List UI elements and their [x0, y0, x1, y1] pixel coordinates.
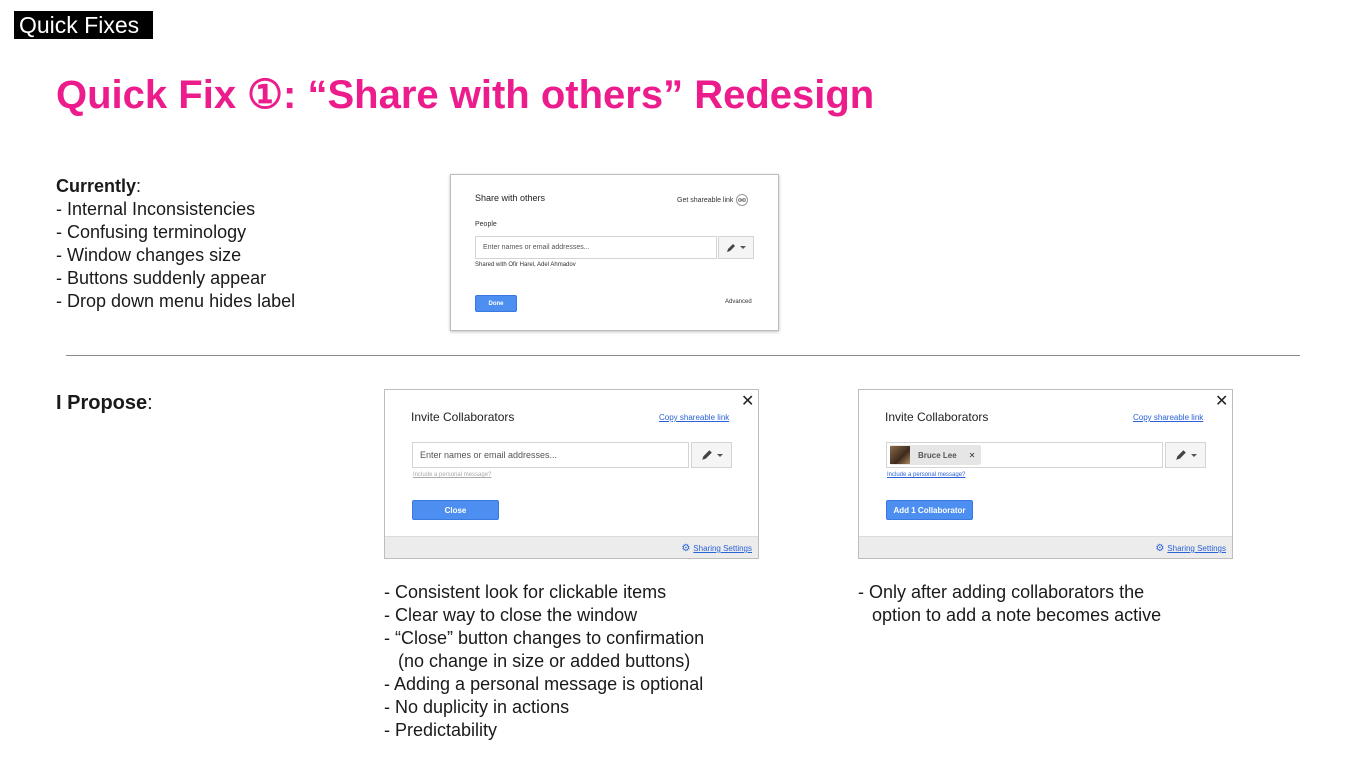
shared-with-text: Shared with Ofir Harel, Adel Ahmadov	[475, 262, 576, 268]
gear-icon: ⚙	[1155, 543, 1165, 554]
gear-icon: ⚙	[681, 543, 691, 554]
close-button[interactable]: Close	[412, 500, 499, 520]
copy-shareable-link[interactable]: Copy shareable link	[1133, 413, 1203, 422]
close-icon[interactable]: ✕	[1215, 394, 1228, 410]
notes-dialog-a: - Consistent look for clickable items - …	[384, 581, 704, 742]
sharing-settings-link[interactable]: ⚙ Sharing Settings	[681, 543, 752, 554]
list-item: - Clear way to close the window	[384, 605, 638, 625]
chevron-down-icon	[1190, 453, 1197, 457]
copy-shareable-link[interactable]: Copy shareable link	[659, 413, 729, 422]
collaborator-chip: Bruce Lee ✕	[890, 445, 982, 465]
chip-remove-icon[interactable]: ✕	[969, 451, 976, 460]
old-permission-dropdown[interactable]	[718, 236, 754, 259]
propose-colon: :	[147, 392, 153, 414]
add-collaborator-button[interactable]: Add 1 Collaborator	[886, 500, 973, 520]
currently-list: - Internal Inconsistencies - Confusing t…	[56, 198, 295, 313]
list-item: - Buttons suddenly appear	[56, 268, 267, 288]
avatar	[890, 446, 910, 464]
sharing-settings-link[interactable]: ⚙ Sharing Settings	[1155, 543, 1226, 554]
list-item: - Confusing terminology	[56, 222, 247, 242]
people-input[interactable]: Bruce Lee ✕	[886, 442, 1163, 468]
list-item: - Adding a personal message is optional	[384, 674, 704, 694]
section-divider	[66, 355, 1300, 356]
list-item: - Window changes size	[56, 245, 242, 265]
dialog-title: Invite Collaborators	[411, 410, 515, 424]
permission-dropdown[interactable]	[691, 442, 732, 468]
pencil-icon	[727, 243, 735, 252]
personal-message-link: Include a personal message?	[413, 472, 492, 478]
close-icon[interactable]: ✕	[741, 394, 754, 410]
link-icon	[736, 194, 749, 206]
section-tag: Quick Fixes	[14, 11, 153, 39]
list-item: - Consistent look for clickable items	[384, 582, 667, 602]
people-input[interactable]: Enter names or email addresses...	[412, 442, 689, 468]
propose-label: I Propose	[56, 392, 148, 414]
people-label: People	[475, 221, 497, 228]
list-item: - Drop down menu hides label	[56, 291, 296, 311]
pencil-icon	[701, 450, 712, 460]
chevron-down-icon	[716, 453, 723, 457]
list-item: - Only after adding collaborators the	[858, 582, 1145, 602]
list-item: - No duplicity in actions	[384, 697, 570, 717]
currently-heading: Currently:	[56, 176, 141, 197]
dialog-title: Invite Collaborators	[885, 410, 989, 424]
list-item: - Predictability	[384, 720, 498, 740]
notes-dialog-b: - Only after adding collaborators the op…	[858, 581, 1161, 627]
currently-label: Currently	[56, 176, 137, 196]
pencil-icon	[1175, 450, 1186, 460]
personal-message-link[interactable]: Include a personal message?	[887, 472, 965, 478]
advanced-link[interactable]: Advanced	[725, 299, 752, 305]
sharing-settings-label: Sharing Settings	[693, 544, 752, 553]
list-item: - Internal Inconsistencies	[56, 199, 256, 219]
propose-heading: I Propose:	[56, 392, 153, 415]
old-people-input[interactable]: Enter names or email addresses...	[475, 236, 717, 259]
slide-title: Quick Fix ①: “Share with others” Redesig…	[56, 73, 875, 117]
permission-dropdown[interactable]	[1165, 442, 1206, 468]
old-dialog-title: Share with others	[475, 193, 546, 203]
done-button[interactable]: Done	[475, 295, 517, 312]
old-share-dialog: Share with others Get shareable link Peo…	[450, 174, 779, 331]
dialog-footer: ⚙ Sharing Settings	[385, 536, 758, 558]
list-item: (no change in size or added buttons)	[398, 651, 691, 671]
invite-dialog-with-collaborator: ✕ Invite Collaborators Copy shareable li…	[858, 389, 1233, 559]
sharing-settings-label: Sharing Settings	[1167, 544, 1226, 553]
chevron-down-icon	[740, 246, 746, 249]
get-shareable-link-label: Get shareable link	[677, 196, 734, 204]
dialog-footer: ⚙ Sharing Settings	[859, 536, 1232, 558]
list-item: option to add a note becomes active	[872, 605, 1162, 625]
currently-colon: :	[136, 176, 142, 196]
get-shareable-link[interactable]: Get shareable link	[677, 194, 749, 206]
list-item: - “Close” button changes to confirmation	[384, 628, 705, 648]
chip-name: Bruce Lee	[918, 450, 957, 460]
invite-dialog-empty: ✕ Invite Collaborators Copy shareable li…	[384, 389, 759, 559]
